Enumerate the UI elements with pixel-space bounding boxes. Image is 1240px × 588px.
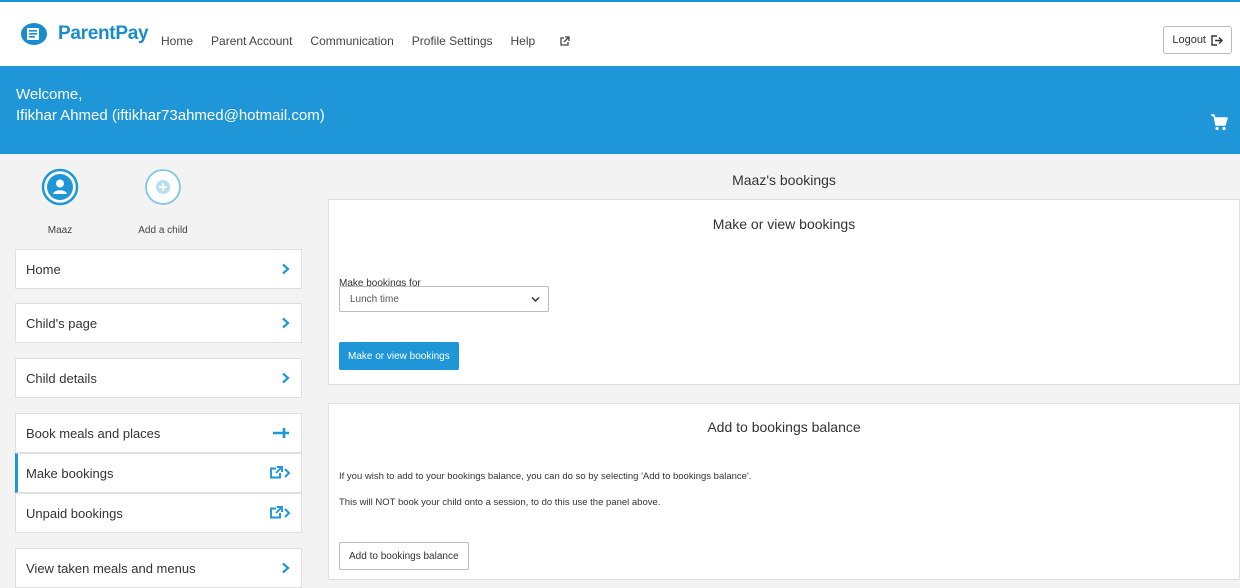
sidebar-item-label: Unpaid bookings [26, 505, 123, 521]
add-to-bookings-balance-label: Add to bookings balance [349, 550, 459, 562]
cart-icon[interactable] [1210, 113, 1228, 131]
logout-label: Logout [1172, 34, 1206, 46]
nav-communication[interactable]: Communication [310, 34, 393, 48]
sidebar-item-make-bookings[interactable]: Make bookings [15, 453, 302, 493]
sidebar-item-home[interactable]: Home [15, 249, 302, 289]
nav-home[interactable]: Home [161, 34, 193, 48]
bookings-balance-panel: Add to bookings balance If you wish to a… [328, 403, 1240, 580]
sidebar-item-childs-page[interactable]: Child's page [15, 303, 302, 343]
plus-icon [273, 428, 289, 438]
chevron-down-icon [531, 296, 540, 303]
page-title: Maaz's bookings [732, 172, 836, 188]
add-child-icon [145, 169, 181, 205]
sidebar-item-book-meals[interactable]: Book meals and places [15, 413, 302, 453]
parentpay-logo-icon [21, 23, 47, 45]
sidebar-item-label: View taken meals and menus [26, 560, 196, 576]
chevron-right-icon [282, 372, 290, 384]
sidebar-item-label: Child details [26, 370, 97, 386]
external-link-icon [270, 466, 291, 479]
nav-help-label: Help [510, 34, 536, 48]
balance-info-text: If you wish to add to your bookings bala… [339, 471, 752, 482]
booking-type-select[interactable]: Lunch time [339, 286, 549, 312]
main-nav: Home Parent Account Communication Profil… [161, 34, 588, 48]
child-name: Maaz [47, 225, 73, 236]
parentpay-logo[interactable]: ParentPay [20, 22, 149, 46]
child-selector-maaz[interactable]: Maaz [10, 168, 110, 236]
nav-parent-account[interactable]: Parent Account [211, 34, 292, 48]
add-to-bookings-balance-button[interactable]: Add to bookings balance [339, 542, 469, 570]
sidebar-item-label: Book meals and places [26, 425, 161, 441]
external-link-icon [560, 35, 570, 46]
chevron-right-icon [282, 317, 290, 329]
make-or-view-bookings-label: Make or view bookings [348, 350, 450, 362]
sidebar-item-child-details[interactable]: Child details [15, 358, 302, 398]
child-avatar-icon [41, 168, 79, 206]
external-link-icon [270, 506, 291, 519]
chevron-right-icon [282, 263, 290, 275]
brand-name: ParentPay [58, 23, 149, 44]
sidebar-item-unpaid-bookings[interactable]: Unpaid bookings [15, 493, 302, 533]
add-child-label: Add a child [138, 225, 188, 236]
booking-type-value: Lunch time [350, 293, 399, 305]
nav-profile-settings[interactable]: Profile Settings [412, 34, 493, 48]
panel-heading: Make or view bookings [712, 216, 856, 232]
sidebar-item-view-taken-meals[interactable]: View taken meals and menus [15, 548, 302, 588]
sidebar-item-label: Make bookings [26, 465, 114, 481]
top-navigation-bar: ParentPay Home Parent Account Communicat… [0, 0, 1240, 66]
logout-button[interactable]: Logout [1163, 26, 1232, 54]
make-or-view-bookings-button[interactable]: Make or view bookings [339, 342, 459, 370]
make-bookings-panel: Make or view bookings Make bookings for … [328, 199, 1240, 385]
nav-help[interactable]: Help [511, 34, 571, 48]
balance-warning-text: This will NOT book your child onto a ses… [339, 497, 661, 508]
logout-icon [1211, 34, 1223, 46]
welcome-banner: Welcome, Ifikhar Ahmed (iftikhar73ahmed@… [0, 66, 1240, 154]
sidebar-item-label: Child's page [26, 315, 98, 331]
welcome-user: Ifikhar Ahmed (iftikhar73ahmed@hotmail.c… [16, 107, 325, 124]
add-child-button[interactable]: Add a child [113, 168, 213, 236]
chevron-right-icon [282, 562, 290, 574]
sidebar-item-label: Home [26, 261, 61, 277]
panel-heading: Add to bookings balance [707, 419, 861, 435]
welcome-greeting: Welcome, [16, 86, 83, 103]
